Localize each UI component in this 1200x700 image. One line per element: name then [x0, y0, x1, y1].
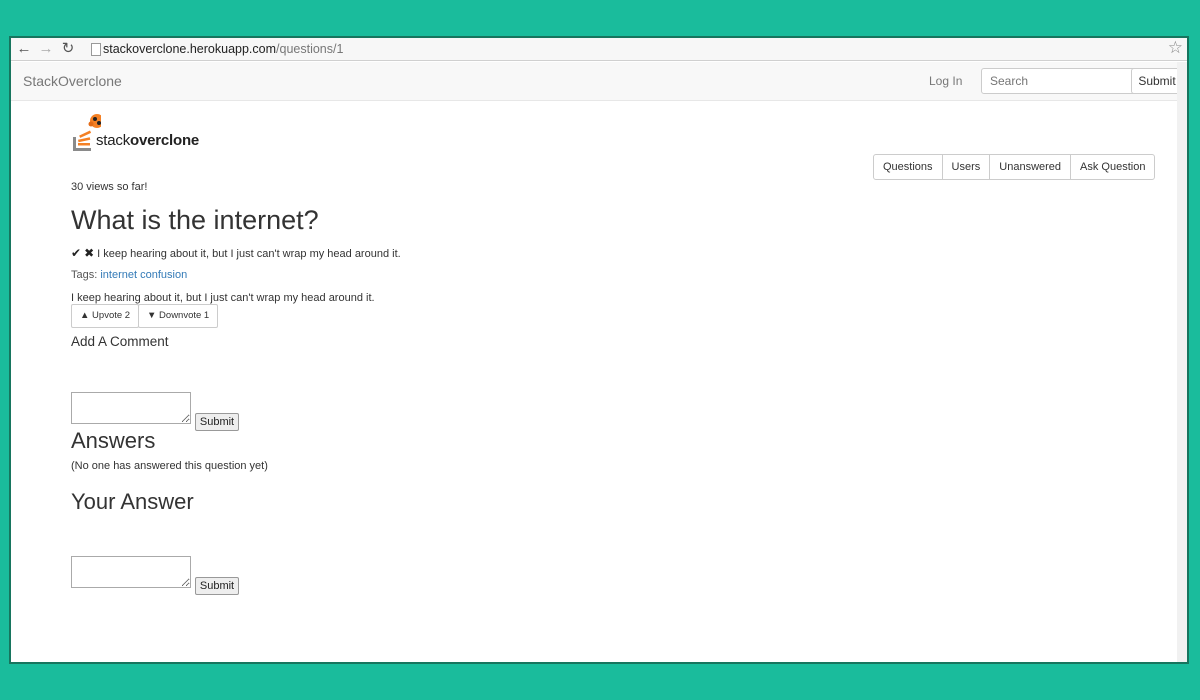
no-answers-text: (No one has answered this question yet): [71, 460, 268, 472]
search-submit-button[interactable]: Submit: [1131, 68, 1183, 94]
reload-icon[interactable]: ↻: [59, 40, 77, 58]
answers-heading: Answers: [71, 428, 156, 453]
question-summary-row: ✔ ✖ I keep hearing about it, but I just ca…: [71, 246, 401, 260]
nav-pills: Questions Users Unanswered Ask Question: [873, 154, 1156, 180]
question-summary: I keep hearing about it, but I just can'…: [97, 248, 401, 260]
brand-link[interactable]: StackOverclone: [23, 73, 122, 89]
scrollbar[interactable]: [1177, 62, 1187, 662]
comment-submit-button[interactable]: Submit: [195, 413, 239, 431]
tag-links[interactable]: internet confusion: [100, 269, 187, 281]
upvote-label: Upvote 2: [92, 310, 131, 321]
check-icon[interactable]: ✔: [71, 246, 81, 260]
close-icon[interactable]: ✖: [84, 246, 94, 260]
tags-label: Tags:: [71, 269, 98, 281]
url-host: stackoverclone.herokuapp.com: [103, 42, 277, 56]
triangle-up-icon: ▲: [80, 310, 90, 321]
logo-text-bold: overclone: [130, 132, 200, 149]
tab-ask-question[interactable]: Ask Question: [1070, 154, 1156, 180]
url-path: /questions/1: [276, 42, 344, 56]
comment-textarea[interactable]: [71, 392, 191, 424]
page-icon: [91, 43, 101, 56]
answer-submit-button[interactable]: Submit: [195, 577, 239, 595]
browser-toolbar: ← → ↻ stackoverclone.herokuapp.com/quest…: [11, 38, 1187, 61]
tags-row: Tags: internet confusion: [71, 269, 187, 281]
bookmark-star-icon[interactable]: ☆: [1168, 38, 1183, 58]
site-logo[interactable]: stackoverclone: [71, 113, 211, 155]
tab-users[interactable]: Users: [941, 154, 991, 180]
question-title: What is the internet?: [71, 205, 319, 235]
login-link[interactable]: Log In: [929, 74, 962, 88]
app-navbar: StackOverclone Log In Submit: [11, 62, 1183, 101]
view-count: 30 views so far!: [71, 181, 148, 193]
logo-text: stackoverclone: [96, 132, 199, 149]
your-answer-heading: Your Answer: [71, 489, 194, 514]
upvote-button[interactable]: ▲ Upvote 2: [71, 304, 140, 328]
downvote-button[interactable]: ▼ Downvote 1: [138, 304, 219, 328]
browser-window: ← → ↻ stackoverclone.herokuapp.com/quest…: [9, 36, 1189, 664]
logo-text-light: stack: [96, 132, 131, 149]
triangle-down-icon: ▼: [147, 310, 157, 321]
downvote-label: Downvote 1: [159, 310, 210, 321]
forward-icon[interactable]: →: [37, 40, 55, 58]
answer-textarea[interactable]: [71, 556, 191, 588]
tab-unanswered[interactable]: Unanswered: [989, 154, 1072, 180]
question-body: I keep hearing about it, but I just can'…: [71, 292, 375, 304]
address-bar[interactable]: stackoverclone.herokuapp.com/questions/1: [103, 40, 343, 58]
back-icon[interactable]: ←: [15, 40, 33, 58]
search-input[interactable]: [981, 68, 1143, 94]
tab-questions[interactable]: Questions: [873, 154, 943, 180]
add-comment-heading: Add A Comment: [71, 334, 169, 349]
